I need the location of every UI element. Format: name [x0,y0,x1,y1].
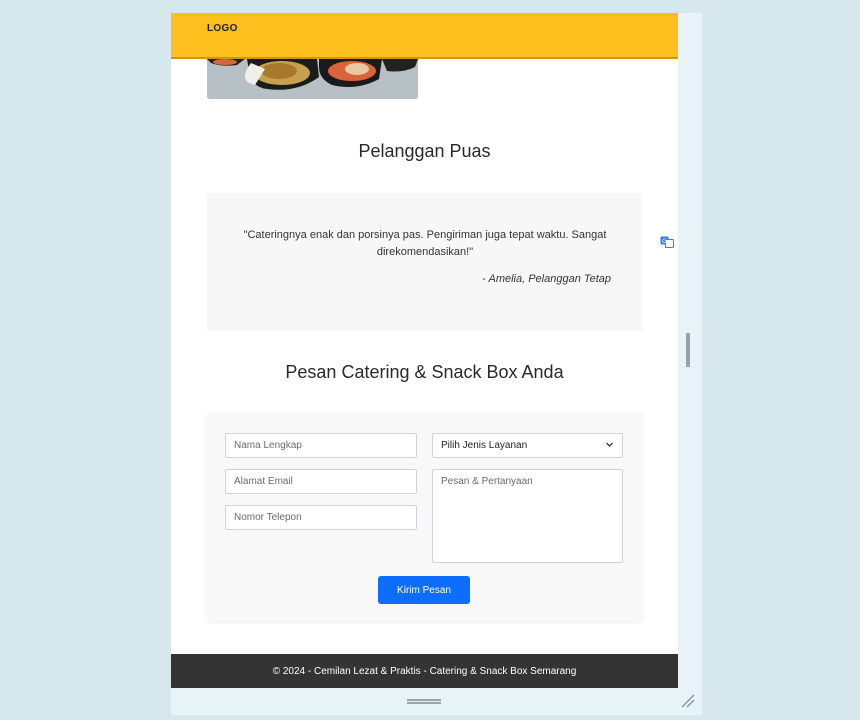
bottom-drag-handle[interactable] [407,699,441,704]
order-form: Nama Lengkap Alamat Email Nomor Telepon … [207,413,642,621]
site-footer: © 2024 - Cemilan Lezat & Praktis - Cater… [171,654,678,688]
logo[interactable]: LOGO [207,23,238,34]
testimonial-author: - Amelia, Pelanggan Tetap [482,273,611,285]
service-select-value: Pilih Jenis Layanan [441,440,528,451]
footer-text: © 2024 - Cemilan Lezat & Praktis - Cater… [272,665,577,677]
translate-icon[interactable]: G [660,235,674,248]
message-field[interactable]: Pesan & Pertanyaan [432,469,623,563]
chevron-down-icon [605,440,614,452]
service-select[interactable]: Pilih Jenis Layanan [432,433,623,458]
food-image [207,59,418,99]
vertical-drag-handle[interactable] [686,333,690,367]
svg-text:G: G [662,238,667,245]
email-field[interactable]: Alamat Email [225,469,417,494]
name-field[interactable]: Nama Lengkap [225,433,417,458]
site-header: LOGO [171,13,678,59]
resize-handle-icon[interactable] [680,693,696,709]
submit-button[interactable]: Kirim Pesan [378,576,470,604]
order-title: Pesan Catering & Snack Box Anda [285,362,564,382]
page-viewport: LOGO Pelanggan Puas "Cateringnya enak da… [171,13,678,688]
testimonials-title: Pelanggan Puas [358,141,491,161]
testimonial-card: "Cateringnya enak dan porsinya pas. Peng… [207,193,642,331]
device-frame: LOGO Pelanggan Puas "Cateringnya enak da… [171,13,702,715]
testimonial-quote: "Cateringnya enak dan porsinya pas. Peng… [243,229,607,258]
phone-field[interactable]: Nomor Telepon [225,505,417,530]
